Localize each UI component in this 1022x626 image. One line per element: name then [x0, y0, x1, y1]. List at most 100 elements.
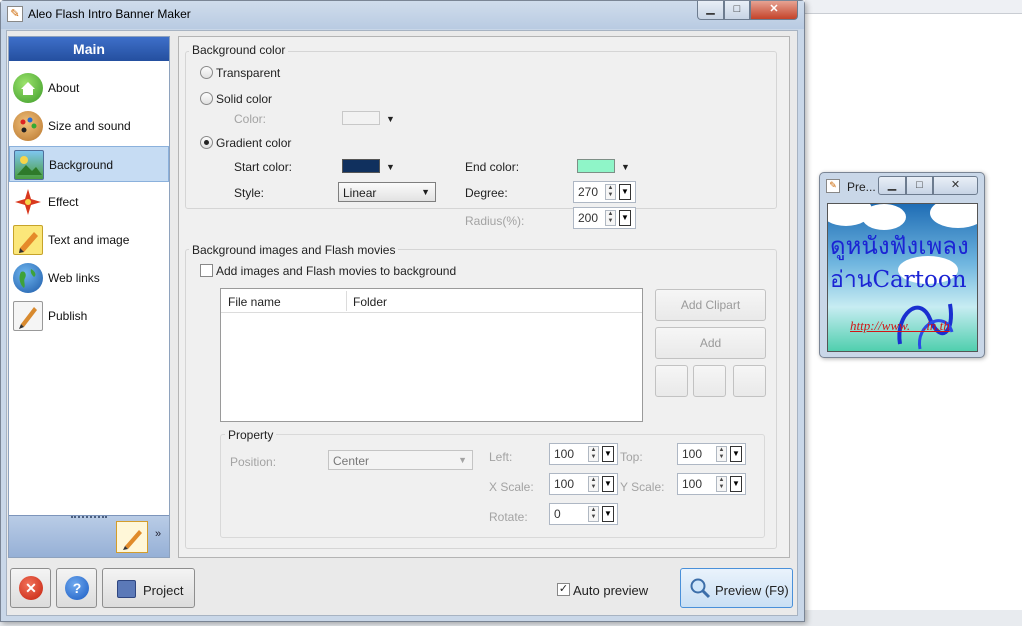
resize-grip[interactable] — [71, 516, 107, 520]
column-header-folder[interactable]: Folder — [353, 295, 387, 309]
move-up-button[interactable] — [655, 365, 688, 397]
transparent-radio[interactable] — [200, 66, 213, 79]
spin-up-down-icon[interactable]: ▲ ▼ — [588, 506, 599, 522]
palette-icon — [13, 111, 43, 141]
rotate-value: 0 — [554, 507, 561, 521]
start-color-dropdown-icon[interactable]: ▼ — [386, 162, 395, 172]
top-spinner[interactable]: 100 ▲ ▼ ▼ — [677, 443, 746, 465]
dropdown-icon[interactable]: ▼ — [730, 476, 742, 492]
add-images-checkbox[interactable] — [200, 264, 213, 277]
gradient-color-radio[interactable] — [200, 136, 213, 149]
delete-button[interactable] — [733, 365, 766, 397]
dropdown-icon[interactable]: ▼ — [602, 476, 614, 492]
project-label: Project — [143, 583, 184, 598]
chevron-down-icon: ▼ — [421, 187, 430, 197]
rotate-spinner[interactable]: 0 ▲ ▼ ▼ — [549, 503, 618, 525]
sidebar-item-label: Effect — [48, 195, 79, 209]
banner-link[interactable]: http://www. .in.th — [850, 318, 950, 334]
background-color-title: Background color — [189, 43, 289, 57]
yscale-label: Y Scale: — [620, 480, 665, 494]
start-color-swatch[interactable] — [342, 159, 380, 173]
move-down-button[interactable] — [693, 365, 726, 397]
spin-up-down-icon[interactable]: ▲ ▼ — [588, 446, 599, 462]
sparkle-icon — [13, 187, 43, 217]
sidebar-item-publish[interactable]: Publish — [9, 298, 169, 334]
background-images-title: Background images and Flash movies — [189, 243, 399, 257]
dropdown-icon[interactable]: ▼ — [602, 446, 614, 462]
auto-preview-checkbox[interactable]: ✓ — [557, 583, 570, 596]
position-select[interactable]: Center ▼ — [328, 450, 473, 470]
yscale-spinner[interactable]: 100 ▲ ▼ ▼ — [677, 473, 746, 495]
help-button[interactable]: ? — [56, 568, 97, 608]
degree-value: 270 — [578, 185, 599, 199]
spin-up-down-icon[interactable]: ▲ ▼ — [716, 476, 727, 492]
dropdown-icon[interactable]: ▼ — [602, 506, 614, 522]
edit-pen-icon[interactable] — [116, 521, 148, 553]
solid-color-swatch[interactable] — [342, 111, 380, 125]
radius-label: Radius(%): — [465, 214, 525, 228]
sidebar-item-text-and-image[interactable]: Text and image — [9, 222, 169, 258]
dropdown-icon[interactable]: ▼ — [619, 210, 631, 226]
globe-icon — [13, 263, 43, 293]
end-color-swatch[interactable] — [577, 159, 615, 173]
yscale-value: 100 — [682, 477, 703, 491]
xscale-spinner[interactable]: 100 ▲ ▼ ▼ — [549, 473, 618, 495]
maximize-button[interactable]: □ — [724, 1, 750, 20]
help-icon: ? — [65, 576, 89, 600]
app-icon: ✎ — [826, 179, 840, 193]
sidebar-item-about[interactable]: About — [9, 70, 169, 106]
sidebar-item-size-and-sound[interactable]: Size and sound — [9, 108, 169, 144]
solid-color-label: Solid color — [216, 92, 273, 106]
preview-window-title: Pre... — [847, 180, 876, 194]
cloud-decoration — [930, 204, 977, 228]
spin-up-down-icon[interactable]: ▲ ▼ — [716, 446, 727, 462]
minimize-button[interactable]: ▁ — [697, 1, 724, 20]
spin-up-down-icon[interactable]: ▲ ▼ — [605, 210, 616, 226]
project-button[interactable]: Project — [102, 568, 195, 608]
add-images-label: Add images and Flash movies to backgroun… — [216, 264, 457, 278]
sidebar-header: Main — [9, 37, 169, 61]
sidebar-item-effect[interactable]: Effect — [9, 184, 169, 220]
preview-label: Preview (F9) — [715, 583, 789, 598]
title-bar[interactable]: ✎ Aleo Flash Intro Banner Maker ▁ □ ✕ — [1, 1, 804, 29]
preview-minimize-button[interactable]: ▁ — [878, 176, 906, 195]
left-label: Left: — [489, 450, 513, 464]
spin-up-down-icon[interactable]: ▲ ▼ — [588, 476, 599, 492]
degree-spinner[interactable]: 270 ▲ ▼ ▼ — [573, 181, 636, 203]
add-button[interactable]: Add — [655, 327, 766, 359]
close-button[interactable]: ✕ — [750, 1, 798, 20]
preview-button[interactable]: Preview (F9) — [680, 568, 793, 608]
column-header-file-name[interactable]: File name — [228, 295, 281, 309]
pencil-icon — [13, 225, 43, 255]
solid-color-radio[interactable] — [200, 92, 213, 105]
table-header — [221, 289, 642, 313]
degree-label: Degree: — [465, 186, 508, 200]
preview-close-button[interactable]: ✕ — [933, 176, 978, 195]
style-select[interactable]: Linear ▼ — [338, 182, 436, 202]
end-color-dropdown-icon[interactable]: ▼ — [621, 162, 630, 172]
column-divider[interactable] — [346, 291, 347, 311]
xscale-value: 100 — [554, 477, 575, 491]
sidebar-item-background[interactable]: Background — [9, 146, 169, 182]
radius-spinner[interactable]: 200 ▲ ▼ ▼ — [573, 207, 636, 229]
files-table[interactable]: File name Folder — [220, 288, 643, 422]
dropdown-icon[interactable]: ▼ — [619, 184, 631, 200]
exit-button[interactable]: ✕ — [10, 568, 51, 608]
close-circle-icon: ✕ — [19, 576, 43, 600]
sidebar-item-label: Text and image — [48, 233, 130, 247]
save-disk-icon — [117, 580, 136, 598]
sidebar-item-web-links[interactable]: Web links — [9, 260, 169, 296]
spin-up-down-icon[interactable]: ▲ ▼ — [605, 184, 616, 200]
add-clipart-button[interactable]: Add Clipart — [655, 289, 766, 321]
home-icon — [13, 73, 43, 103]
left-spinner[interactable]: 100 ▲ ▼ ▼ — [549, 443, 618, 465]
solid-color-dropdown-icon[interactable]: ▼ — [386, 114, 395, 124]
chevron-more-icon[interactable]: » — [155, 528, 161, 540]
dropdown-icon[interactable]: ▼ — [730, 446, 742, 462]
banner-preview[interactable]: ดูหนังฟังเพลง อ่านCartoon http://www. .i… — [827, 203, 978, 352]
style-select-value: Linear — [343, 186, 377, 200]
color-label: Color: — [234, 112, 267, 126]
xscale-label: X Scale: — [489, 480, 534, 494]
preview-maximize-button[interactable]: □ — [906, 176, 933, 195]
window-title: Aleo Flash Intro Banner Maker — [28, 7, 191, 21]
